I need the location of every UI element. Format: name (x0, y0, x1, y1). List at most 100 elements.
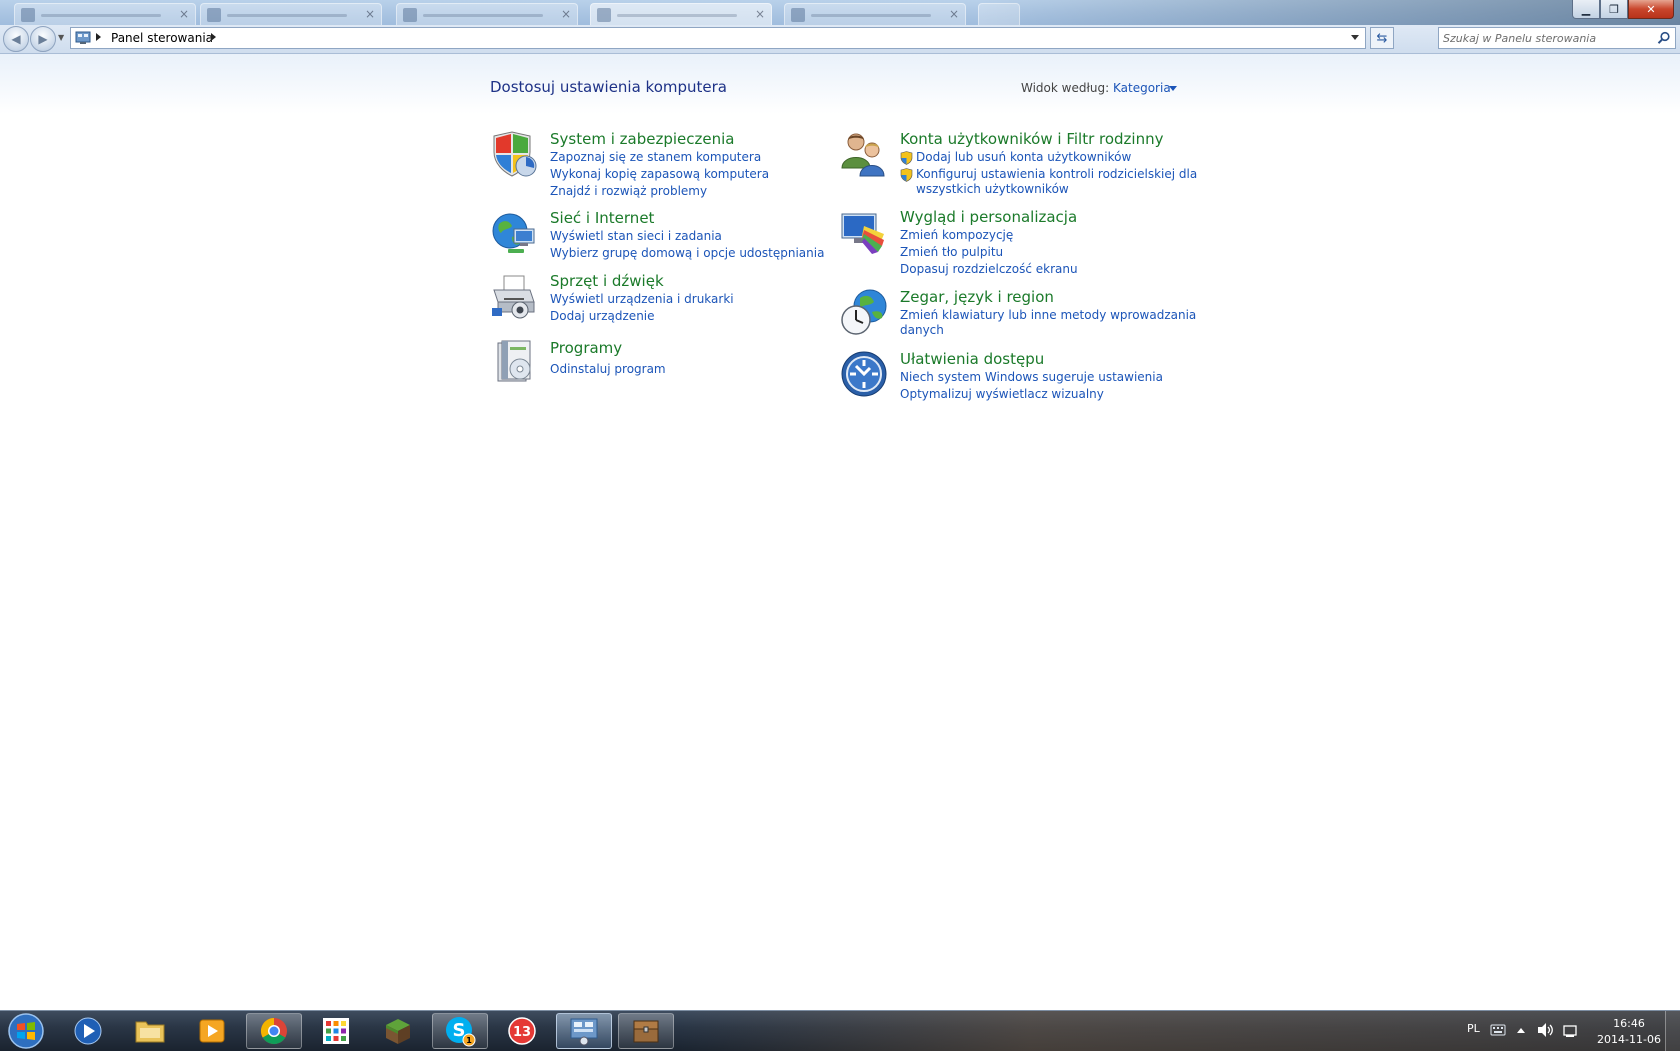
link-adjust-screen-resolution[interactable]: Dopasuj rozdzielczość ekranu (900, 262, 1078, 277)
recent-pages-dropdown-icon[interactable]: ▼ (58, 33, 64, 42)
address-bar[interactable]: Panel sterowania (70, 27, 1366, 49)
link-uninstall-program[interactable]: Odinstaluj program (550, 362, 666, 377)
clock-time[interactable]: 16:46 (1594, 1017, 1664, 1030)
breadcrumb-separator-icon[interactable] (211, 33, 216, 41)
minimize-icon: ▁ (1581, 2, 1591, 16)
search-box[interactable] (1438, 27, 1676, 49)
category-clock-language-region: Zegar, język i region Zmień klawiatury l… (840, 288, 1196, 346)
category-hardware-sound: Sprzęt i dźwięk Wyświetl urządzenia i dr… (490, 272, 790, 327)
shield-icon[interactable] (490, 130, 538, 178)
close-icon: ✕ (1646, 2, 1656, 16)
badge-13-icon: 13 (508, 1017, 536, 1045)
clock-date[interactable]: 2014-11-06 (1594, 1033, 1664, 1046)
language-indicator[interactable]: PL (1467, 1022, 1480, 1035)
taskbar-app-13[interactable]: 13 (494, 1013, 550, 1049)
volume-icon[interactable] (1536, 1022, 1554, 1038)
breadcrumb-separator-icon[interactable] (96, 33, 101, 41)
taskbar-control-panel[interactable] (556, 1013, 612, 1049)
background-window-tab[interactable]: × (396, 3, 578, 26)
search-icon[interactable] (1657, 31, 1671, 45)
taskbar-media-player[interactable] (60, 1013, 116, 1049)
control-panel-content: Dostosuj ustawienia komputera Widok wedł… (0, 54, 1680, 1010)
restore-icon: ❐ (1609, 2, 1619, 16)
background-window-tab[interactable]: × (14, 3, 196, 26)
appearance-icon[interactable] (840, 208, 888, 256)
accessibility-icon[interactable] (840, 350, 888, 398)
link-troubleshoot[interactable]: Znajdź i rozwiąż problemy (550, 184, 707, 199)
address-dropdown-icon[interactable] (1351, 35, 1359, 40)
taskbar-file-explorer[interactable] (122, 1013, 178, 1049)
category-title[interactable]: Konta użytkowników i Filtr rodzinny (900, 130, 1163, 148)
background-window-tab[interactable]: × (200, 3, 382, 26)
taskbar-apps-grid[interactable] (308, 1013, 364, 1049)
link-change-desktop-background[interactable]: Zmień tło pulpitu (900, 245, 1003, 260)
windows-start-orb-icon (8, 1013, 44, 1049)
category-title[interactable]: Zegar, język i region (900, 288, 1054, 306)
link-optimize-visual-display[interactable]: Optymalizuj wyświetlacz wizualny (900, 387, 1104, 402)
breadcrumb-panel-sterowania[interactable]: Panel sterowania (111, 31, 213, 45)
keyboard-icon[interactable] (1490, 1024, 1506, 1036)
taskbar-minecraft-server[interactable] (618, 1013, 674, 1049)
close-button[interactable]: ✕ (1628, 0, 1674, 19)
action-center-flag-icon[interactable] (1562, 1023, 1578, 1039)
taskbar: S 1 13 PL 16:46 2014-11-06 (0, 1010, 1680, 1051)
globe-network-icon[interactable] (490, 209, 538, 257)
taskbar-minecraft[interactable] (370, 1013, 426, 1049)
clock-globe-icon[interactable] (840, 288, 888, 336)
link-change-theme[interactable]: Zmień kompozycję (900, 228, 1013, 243)
skype-notification-badge: 1 (466, 1036, 472, 1045)
media-player-icon (74, 1017, 102, 1045)
taskbar-chrome[interactable] (246, 1013, 302, 1049)
media-center-icon (199, 1019, 225, 1043)
link-devices-printers[interactable]: Wyświetl urządzenia i drukarki (550, 292, 734, 307)
apps-grid-icon (323, 1018, 349, 1044)
link-network-status[interactable]: Wyświetl stan sieci i zadania (550, 229, 722, 244)
view-by-dropdown[interactable]: Kategoria (1113, 81, 1171, 95)
chevron-down-icon[interactable] (1169, 86, 1177, 91)
skype-icon: S 1 (446, 1017, 476, 1047)
back-button[interactable]: ◀ (3, 26, 29, 52)
category-title[interactable]: Sprzęt i dźwięk (550, 272, 664, 290)
link-check-computer-status[interactable]: Zapoznaj się ze stanem komputera (550, 150, 761, 165)
search-input[interactable] (1443, 30, 1643, 46)
category-user-accounts: Konta użytkowników i Filtr rodzinny Doda… (840, 130, 1197, 200)
category-title[interactable]: Ułatwienia dostępu (900, 350, 1044, 368)
link-windows-suggest-settings[interactable]: Niech system Windows sugeruje ustawienia (900, 370, 1163, 385)
refresh-button[interactable]: ⇆ (1370, 27, 1394, 49)
taskbar-media-center[interactable] (184, 1013, 240, 1049)
printer-icon[interactable] (490, 272, 538, 320)
page-title: Dostosuj ustawienia komputera (490, 78, 727, 96)
show-desktop-button[interactable] (1665, 1011, 1680, 1051)
link-backup-computer[interactable]: Wykonaj kopię zapasową komputera (550, 167, 769, 182)
background-window-tab[interactable]: × (784, 3, 966, 26)
link-change-keyboards[interactable]: Zmień klawiatury lub inne metody wprowad… (900, 308, 1196, 323)
category-appearance: Wygląd i personalizacja Zmień kompozycję… (840, 208, 1160, 278)
start-button[interactable] (2, 1011, 50, 1051)
link-parental-controls-cont[interactable]: wszystkich użytkowników (916, 182, 1069, 197)
control-panel-icon (570, 1018, 598, 1046)
category-title[interactable]: Wygląd i personalizacja (900, 208, 1077, 226)
taskbar-skype[interactable]: S 1 (432, 1013, 488, 1049)
category-title[interactable]: Sieć i Internet (550, 209, 654, 227)
background-window-tab[interactable]: × (590, 3, 772, 26)
forward-button[interactable]: ▶ (30, 26, 56, 52)
category-title[interactable]: System i zabezpieczenia (550, 130, 734, 148)
users-icon[interactable] (840, 130, 888, 178)
back-arrow-icon: ◀ (11, 32, 21, 46)
category-title[interactable]: Programy (550, 339, 622, 357)
minimize-button[interactable]: ▁ (1572, 0, 1600, 19)
file-explorer-icon (135, 1021, 165, 1043)
show-hidden-icons-icon[interactable] (1516, 1026, 1526, 1034)
background-window-tab[interactable] (978, 3, 1020, 26)
control-panel-icon (75, 31, 91, 44)
link-parental-controls[interactable]: Konfiguruj ustawienia kontroli rodziciel… (916, 167, 1197, 182)
minecraft-chest-icon (633, 1020, 659, 1043)
app-13-label: 13 (513, 1025, 531, 1040)
link-add-remove-accounts[interactable]: Dodaj lub usuń konta użytkowników (916, 150, 1131, 165)
programs-icon[interactable] (490, 339, 538, 387)
restore-button[interactable]: ❐ (1600, 0, 1628, 19)
link-add-device[interactable]: Dodaj urządzenie (550, 309, 655, 324)
link-change-keyboards-cont[interactable]: danych (900, 323, 944, 338)
link-homegroup-sharing[interactable]: Wybierz grupę domową i opcje udostępnian… (550, 246, 824, 261)
view-by-label: Widok według: (1021, 81, 1110, 95)
